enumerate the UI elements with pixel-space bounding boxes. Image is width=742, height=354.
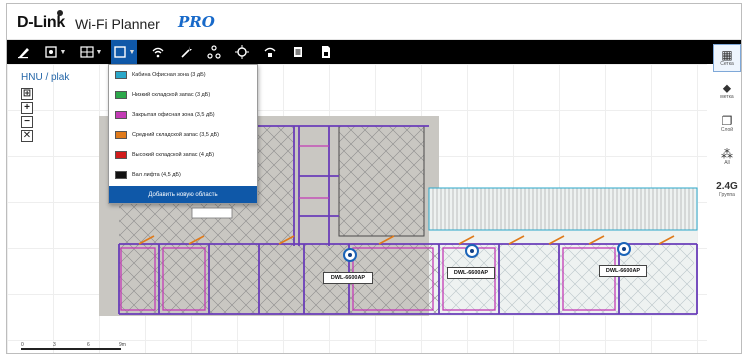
access-point-icon-1[interactable] [343,248,357,262]
color-swatch [115,131,127,139]
area-menu-item-low-stock[interactable]: Низкий складской запас (3 дБ) [109,85,257,105]
breadcrumb[interactable]: HNU / plak [21,72,69,83]
wifi-icon[interactable] [147,40,169,64]
network-icon: ⁂ [721,147,733,161]
layers-button[interactable]: ❐ Слой [713,110,741,138]
app-title: Wi-Fi Planner [75,16,160,32]
grid-icon: ▦ [721,48,733,62]
access-point-label-3[interactable]: DWL-6600AP [599,265,647,277]
area-icon[interactable]: ▼ [111,40,137,64]
color-swatch [115,91,127,99]
main-toolbar: ▼ ▼ ▼ [7,40,741,64]
scale-label: 0 [21,342,24,348]
layers-label: Слой [720,127,734,133]
grid-toggle-label: Сетка [720,61,734,67]
brand-logo-dot [57,10,63,16]
scale-label: 6 [87,342,90,348]
right-tool-panel: ▦ Сетка ⬥ метка ❐ Слой ⁂ All 2.4G Группа [711,44,741,244]
small-label-box [191,207,233,219]
scale-bar: 0 3 6 9m [21,342,131,353]
corridor-zone [428,187,698,231]
tag-icon: ⬥ [722,81,732,95]
pen-icon[interactable] [13,40,35,64]
scale-label: 9m [119,342,126,348]
title-bar: D-Link Wi-Fi Planner PRO [7,4,741,40]
color-swatch [115,151,127,159]
zoom-out-button[interactable]: − [21,116,33,128]
frequency-icon: 2.4G [716,181,738,192]
area-menu-item-label: Низкий складской запас (3 дБ) [132,92,211,98]
layers-icon: ❐ [721,114,733,128]
zoom-in-button[interactable]: + [21,102,33,114]
grid-toggle-button[interactable]: ▦ Сетка [713,44,741,72]
app-edition: PRO [178,13,215,31]
area-menu-item-label: Кабина Офисная зона (3 дБ) [132,72,206,78]
access-point-label-2[interactable]: DWL-6600AP [447,267,495,279]
area-menu-item-medium-stock[interactable]: Средний складской запас (3,5 дБ) [109,125,257,145]
network-label: All [724,160,730,166]
network-button[interactable]: ⁂ All [713,143,741,171]
zoom-controls: ⊞ + − ✕ [21,88,33,144]
area-menu-item-closed-office[interactable]: Закрытая офисная зона (3,5 дБ) [109,105,257,125]
zoom-reset-button[interactable]: ✕ [21,130,33,142]
area-menu-item-label: Закрытая офисная зона (3,5 дБ) [132,112,215,118]
brand-logo: D-Link [17,14,65,31]
tag-label: метка [720,94,734,100]
area-menu-item-label: Средний складской запас (3,5 дБ) [132,132,220,138]
color-swatch [115,71,127,79]
frequency-label: Группа [719,192,735,198]
report-icon[interactable] [287,40,309,64]
tag-button[interactable]: ⬥ метка [713,77,741,105]
frequency-button[interactable]: 2.4G Группа [713,176,741,204]
scale-line [21,348,121,350]
room-upper-right [338,125,425,237]
room-lower-row [119,244,349,314]
access-point-icon-3[interactable] [617,242,631,256]
area-menu-item-label: Вал лифта (4,5 дБ) [132,172,181,178]
zoom-fit-button[interactable]: ⊞ [21,88,33,100]
color-swatch [115,171,127,179]
area-menu-item-cabin-office[interactable]: Кабина Офисная зона (3 дБ) [109,65,257,85]
signal-icon[interactable] [259,40,281,64]
area-menu-item-elevator-shaft[interactable]: Вал лифта (4,5 дБ) [109,165,257,185]
area-menu-item-high-stock[interactable]: Высокий складской запас (4 дБ) [109,145,257,165]
grid-icon[interactable]: ▼ [77,40,105,64]
wand-icon[interactable] [175,40,197,64]
add-area-button[interactable]: Добавить новую область [109,186,257,203]
area-menu-item-label: Высокий складской запас (4 дБ) [132,152,215,158]
export-icon[interactable] [315,40,337,64]
device-icon[interactable]: ▼ [41,40,69,64]
access-point-icon-2[interactable] [465,244,479,258]
scale-label: 3 [53,342,56,348]
area-type-menu: Кабина Офисная зона (3 дБ) Низкий складс… [108,64,258,204]
target-icon[interactable] [231,40,253,64]
access-point-label-1[interactable]: DWL-6600AP [323,272,373,284]
color-swatch [115,111,127,119]
network-icon[interactable] [203,40,225,64]
app-window: D-Link Wi-Fi Planner PRO ▼ ▼ ▼ HNU / pla… [6,3,742,354]
